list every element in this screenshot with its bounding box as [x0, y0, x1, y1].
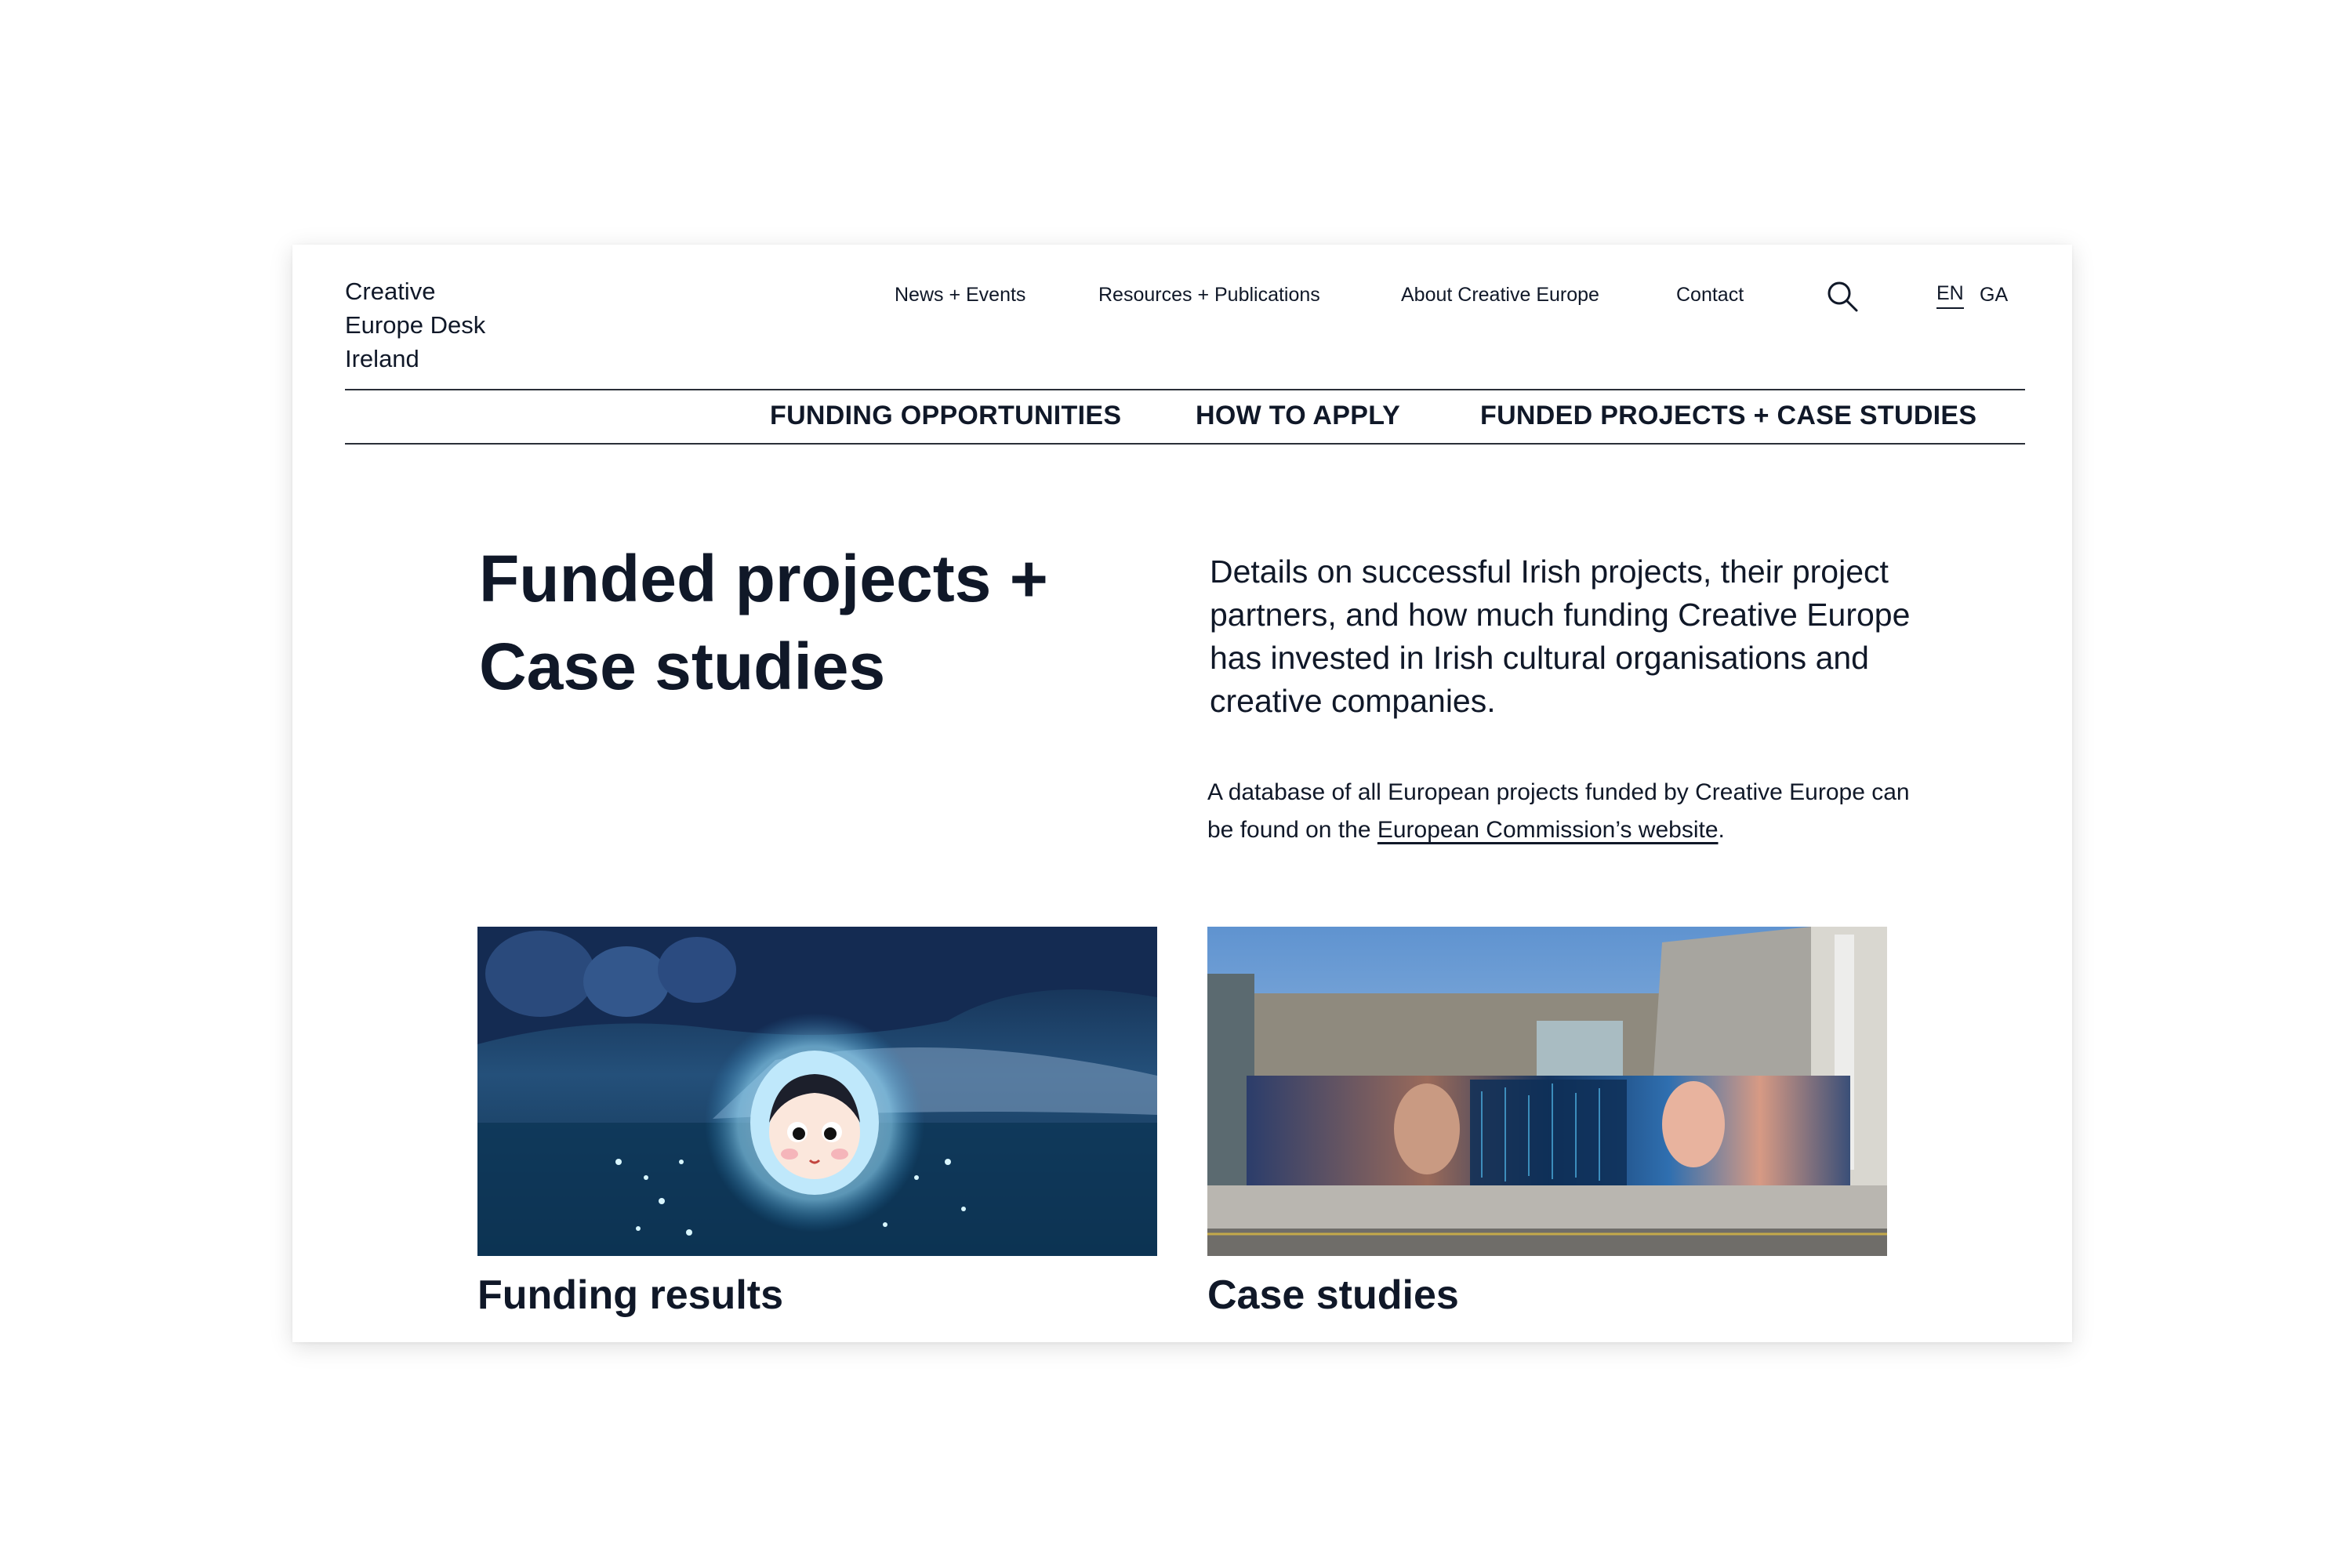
funding-results-title[interactable]: Funding results — [477, 1268, 783, 1323]
nav-resources-publications[interactable]: Resources + Publications — [1098, 279, 1320, 310]
browser-page: Creative Europe Desk Ireland News + Even… — [292, 245, 2072, 1342]
nav-news-events[interactable]: News + Events — [895, 279, 1025, 310]
search-icon[interactable] — [1825, 279, 1858, 312]
intro-paragraph: Details on successful Irish projects, th… — [1210, 554, 1911, 719]
case-studies-title[interactable]: Case studies — [1207, 1268, 1459, 1323]
nav-contact[interactable]: Contact — [1676, 279, 1744, 310]
nav-about-creative-europe[interactable]: About Creative Europe — [1401, 279, 1599, 310]
case-studies-image[interactable] — [1207, 927, 1887, 1256]
funding-results-image[interactable] — [477, 927, 1157, 1256]
lang-en[interactable]: EN — [1936, 279, 1964, 309]
database-note: A database of all European projects fund… — [1207, 774, 1913, 849]
street-mural-photo — [1207, 927, 1887, 1256]
divider-bottom — [345, 443, 2025, 445]
subnav-how-to-apply[interactable]: HOW TO APPLY — [1196, 400, 1400, 431]
top-nav: News + Events Resources + Publications A… — [292, 279, 2072, 312]
european-commission-link[interactable]: European Commission’s website — [1377, 817, 1719, 843]
animated-character-illustration — [477, 927, 1157, 1256]
lang-ga[interactable]: GA — [1980, 279, 2008, 310]
magnifier-glyph — [1828, 281, 1858, 312]
subnav-funding-opportunities[interactable]: FUNDING OPPORTUNITIES — [770, 400, 1121, 431]
subnav-funded-projects[interactable]: FUNDED PROJECTS + CASE STUDIES — [1480, 400, 1976, 431]
page-title: Funded projects + Case studies — [479, 542, 1048, 703]
note-suffix: . — [1718, 817, 1725, 843]
divider-top — [345, 389, 2025, 390]
